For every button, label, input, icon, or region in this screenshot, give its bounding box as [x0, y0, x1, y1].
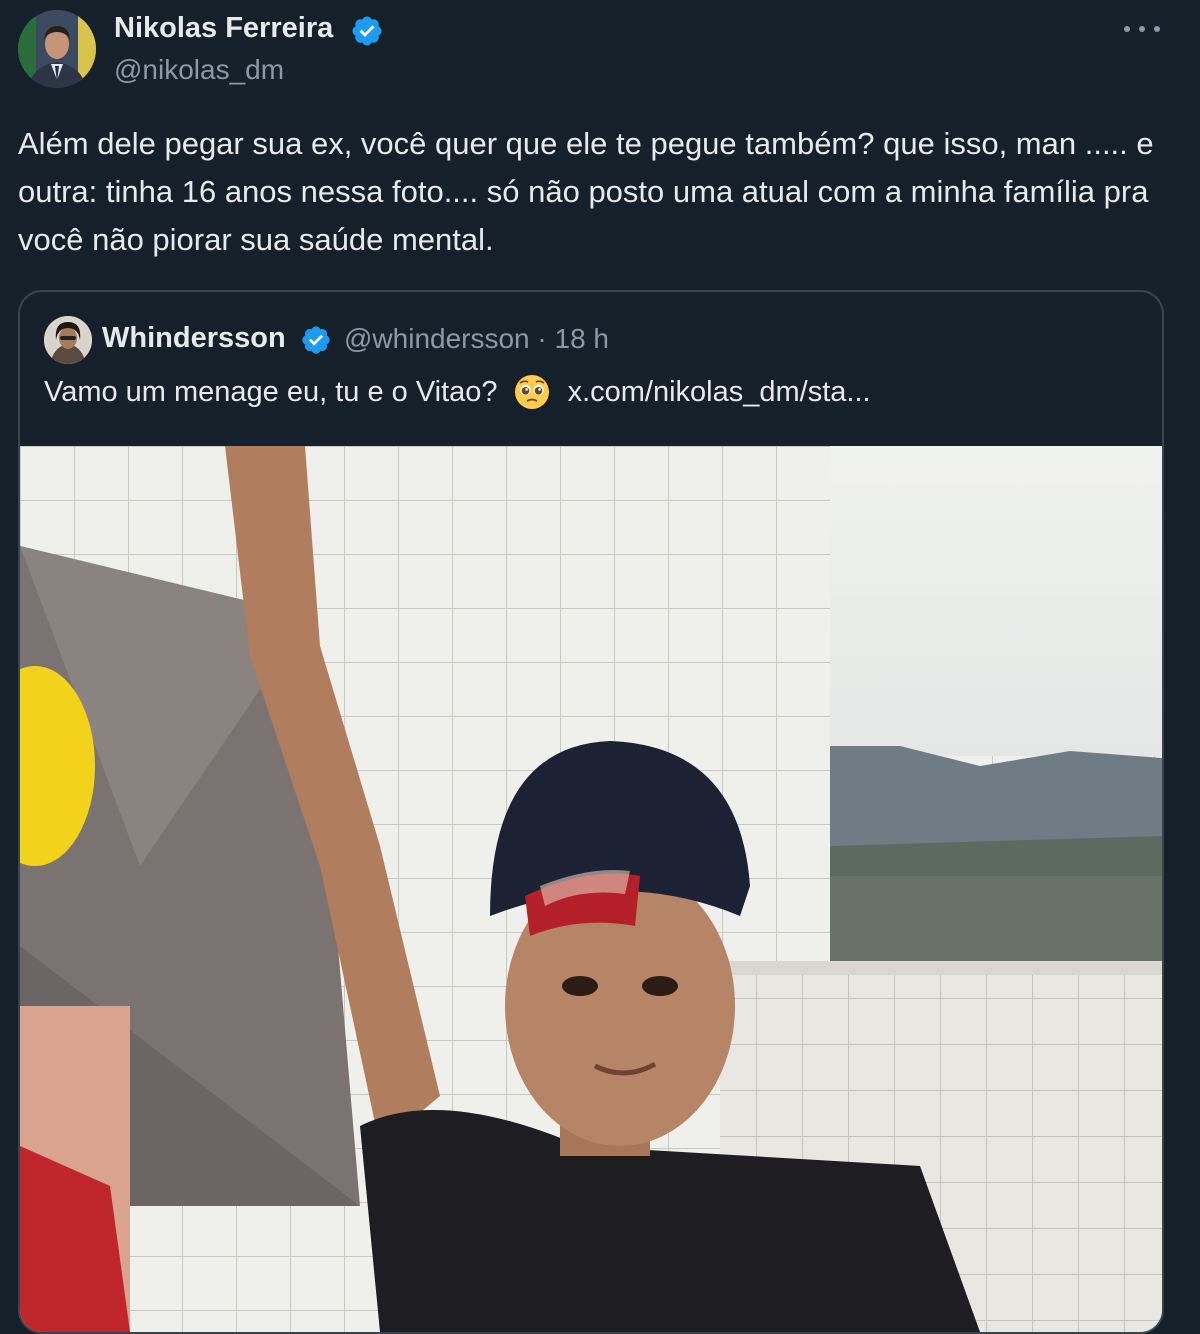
- quote-author-handle-time[interactable]: @whindersson · 18 h: [344, 323, 609, 355]
- verified-badge-icon: [352, 16, 382, 46]
- quoted-tweet-photo[interactable]: [20, 446, 1162, 1332]
- tweet-text: Além dele pegar sua ex, você quer que el…: [18, 126, 1154, 257]
- quote-verified-badge-icon: [302, 326, 330, 354]
- quote-author-avatar[interactable]: [44, 316, 92, 364]
- author-avatar[interactable]: [18, 10, 96, 88]
- more-options-icon[interactable]: [1124, 14, 1160, 44]
- quote-author-name[interactable]: Whindersson: [102, 322, 286, 355]
- tweet: Nikolas Ferreira @nikolas_dm Além dele p…: [0, 0, 1200, 1334]
- quote-link[interactable]: x.com/nikolas_dm/sta...: [568, 376, 871, 409]
- quote-text: Vamo um menage eu, tu e o Vitao?: [44, 375, 498, 408]
- quoted-tweet[interactable]: Whindersson @whindersson · 18 h Vamo um …: [18, 290, 1164, 1334]
- quote-text-line: Vamo um menage eu, tu e o Vitao? x.com/n…: [44, 374, 871, 410]
- pleading-face-emoji: [514, 375, 549, 409]
- author-name[interactable]: Nikolas Ferreira: [114, 12, 333, 45]
- author-handle[interactable]: @nikolas_dm: [114, 54, 284, 86]
